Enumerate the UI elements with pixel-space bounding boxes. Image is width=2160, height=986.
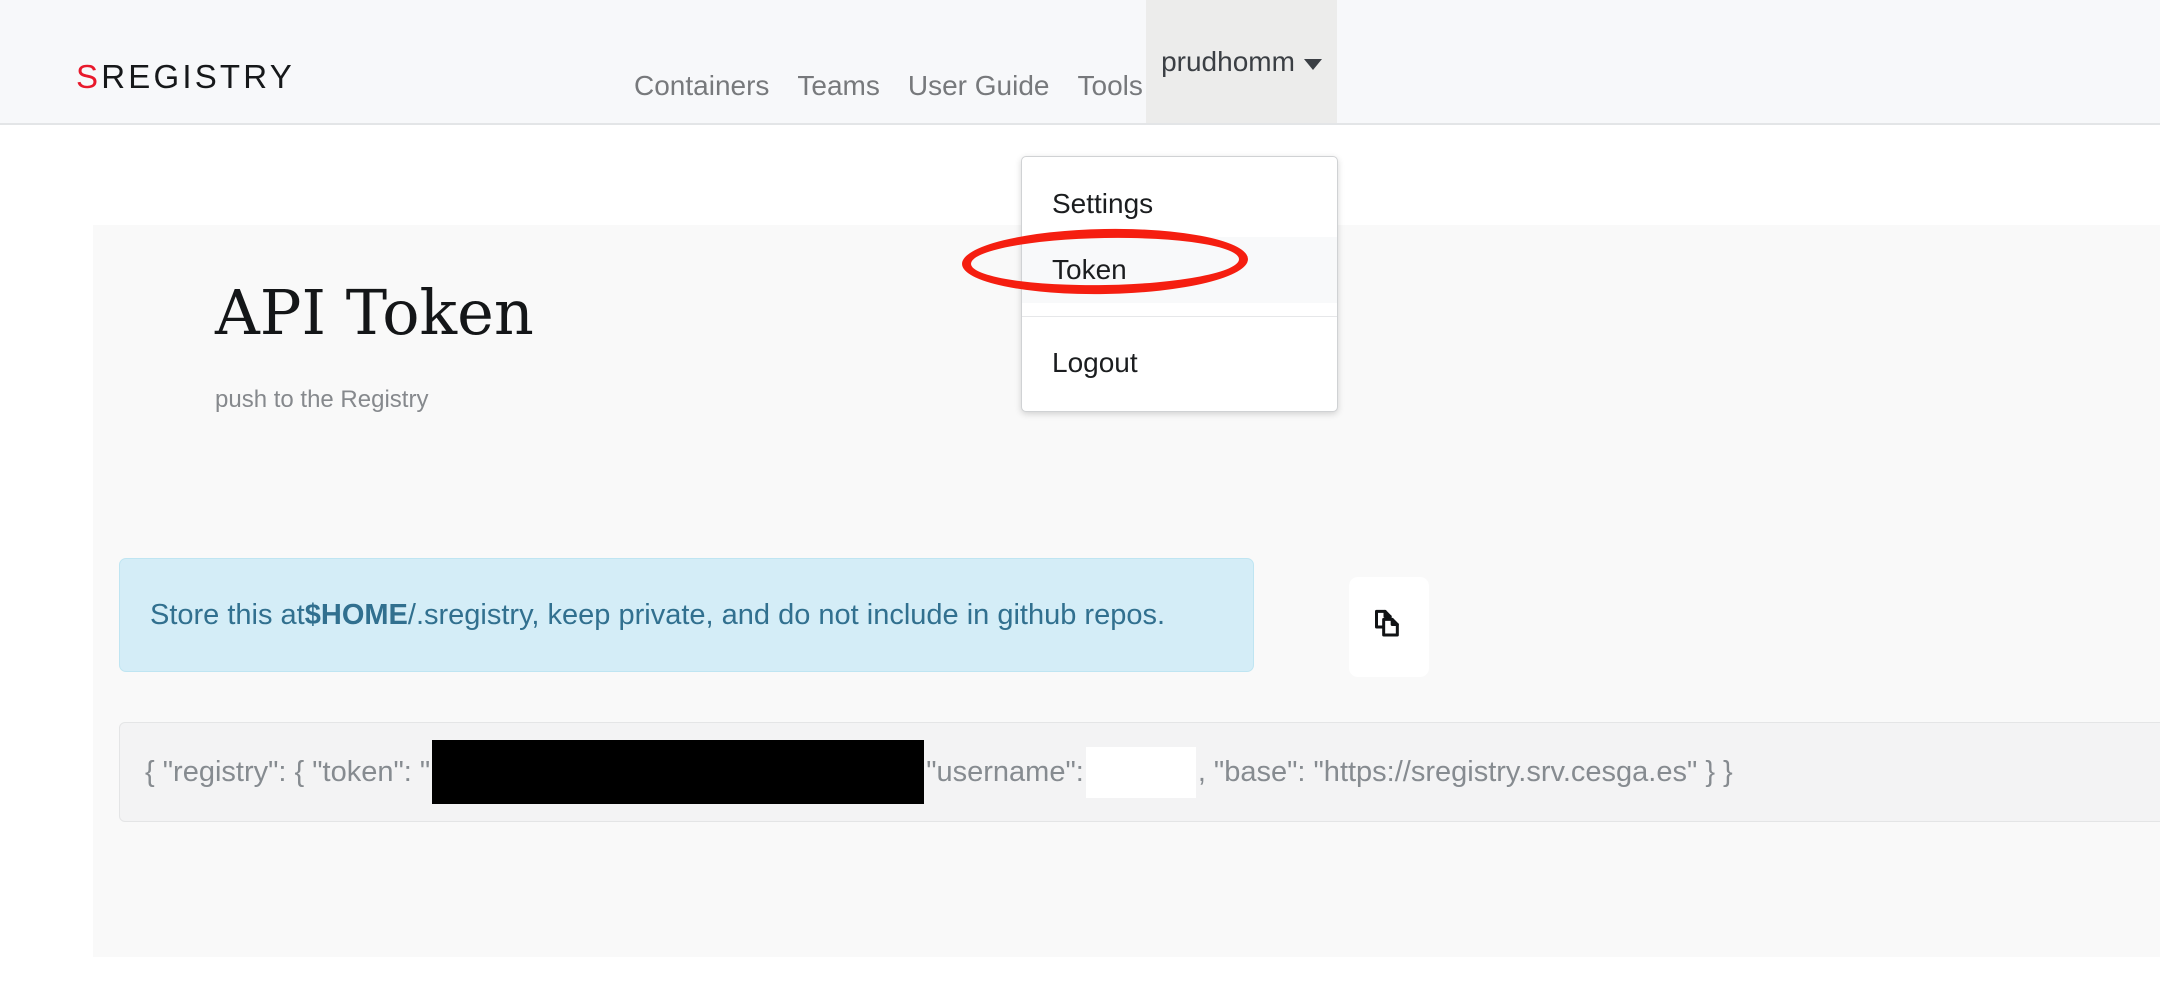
user-menu-label: prudhomm: [1161, 46, 1295, 77]
nav-link-tools[interactable]: Tools: [1064, 60, 1157, 112]
copy-token-button[interactable]: [1349, 577, 1429, 677]
copy-icon: [1369, 606, 1409, 649]
nav-links: Containers Teams User Guide Tools: [620, 60, 1157, 112]
nav-link-user-guide[interactable]: User Guide: [894, 60, 1064, 112]
chevron-down-icon: [1303, 58, 1322, 70]
navbar-divider: [0, 123, 2160, 125]
code-prefix: { "registry": { "token": ": [145, 755, 431, 788]
page-subtitle: push to the Registry: [215, 386, 429, 413]
redacted-username-bar: [1085, 746, 1196, 798]
brand-logo[interactable]: SREGISTRY: [76, 58, 295, 96]
brand-logo-text: REGISTRY: [101, 58, 295, 95]
alert-text-after: /.sregistry, keep private, and do not in…: [407, 598, 1166, 631]
info-alert: Store this at $HOME/.sregistry, keep pri…: [119, 558, 1254, 672]
alert-home-variable: $HOME: [304, 598, 408, 631]
dropdown-item-logout[interactable]: Logout: [1022, 330, 1337, 396]
code-middle: "username":: [926, 755, 1084, 788]
user-dropdown-menu: Settings Token Logout: [1021, 156, 1338, 412]
alert-text-before: Store this at: [150, 598, 305, 631]
navbar: SREGISTRY Containers Teams User Guide To…: [0, 0, 2160, 125]
page-title: API Token: [215, 276, 534, 349]
user-menu-toggle[interactable]: prudhomm: [1146, 0, 1337, 124]
nav-link-teams[interactable]: Teams: [783, 60, 893, 112]
brand-logo-accent-letter: S: [76, 58, 102, 95]
dropdown-item-settings[interactable]: Settings: [1022, 171, 1337, 237]
redacted-token-bar: [432, 740, 925, 804]
nav-link-containers[interactable]: Containers: [620, 60, 783, 112]
dropdown-divider: [1022, 316, 1337, 318]
code-suffix: , "base": "https://sregistry.srv.cesga.e…: [1197, 755, 1733, 788]
token-code-block[interactable]: { "registry": { "token": " "username": , "…: [119, 722, 2160, 822]
dropdown-item-token[interactable]: Token: [1022, 237, 1337, 304]
